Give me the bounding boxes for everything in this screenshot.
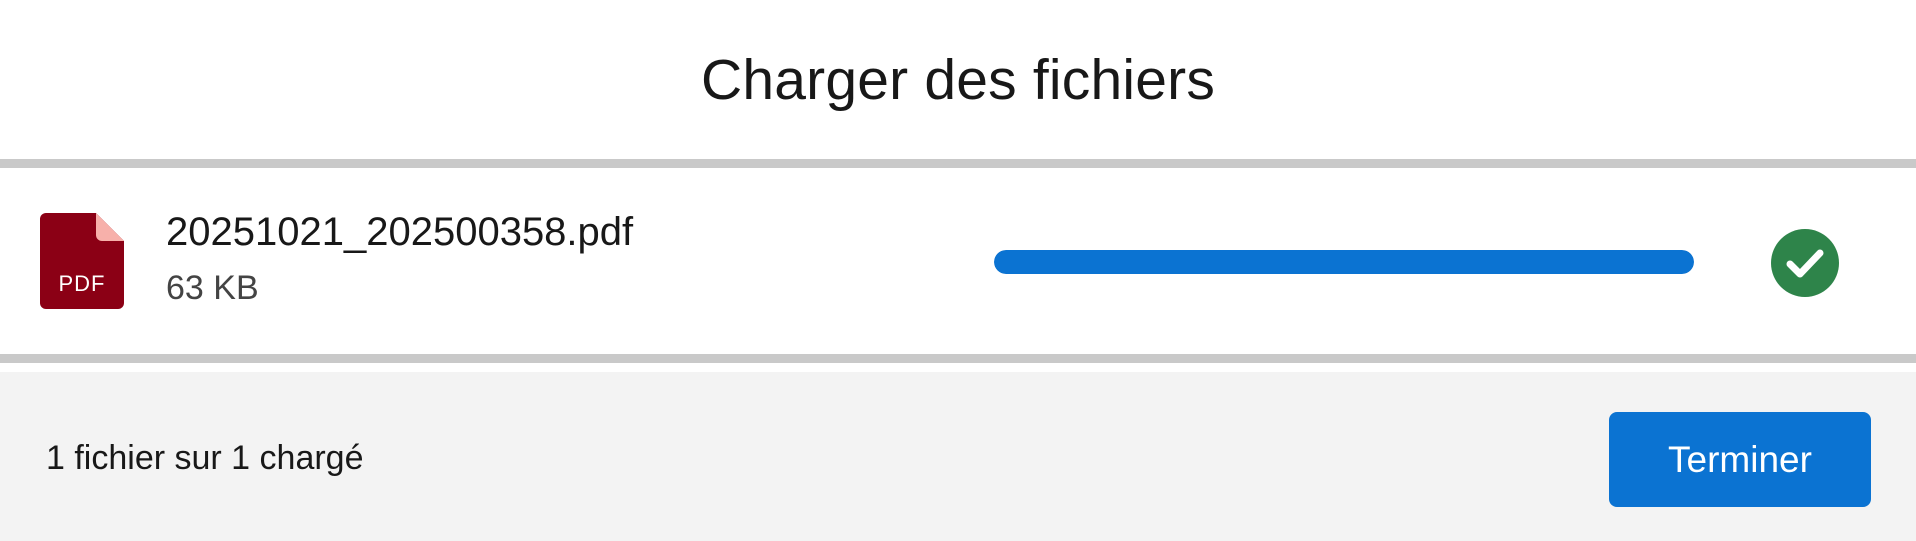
pdf-type-label: PDF — [58, 271, 106, 296]
pdf-file-icon: PDF — [40, 213, 124, 309]
upload-status-text: 1 fichier sur 1 chargé — [46, 439, 364, 477]
check-circle-icon — [1771, 229, 1839, 297]
file-row: PDF 20251021_202500358.pdf 63 KB — [0, 168, 1916, 363]
done-button[interactable]: Terminer — [1609, 412, 1871, 507]
modal-header: Charger des fichiers — [0, 0, 1916, 168]
page-title: Charger des fichiers — [700, 47, 1216, 112]
file-name: 20251021_202500358.pdf — [166, 210, 634, 254]
file-info: 20251021_202500358.pdf 63 KB — [166, 208, 633, 308]
upload-progress-bar — [994, 250, 1694, 274]
upload-files-modal: Charger des fichiers PDF 20251021_202500… — [0, 0, 1916, 541]
modal-footer: 1 fichier sur 1 chargé Terminer — [0, 372, 1916, 541]
upload-progress-fill — [994, 250, 1694, 274]
file-size: 63 KB — [166, 269, 259, 307]
